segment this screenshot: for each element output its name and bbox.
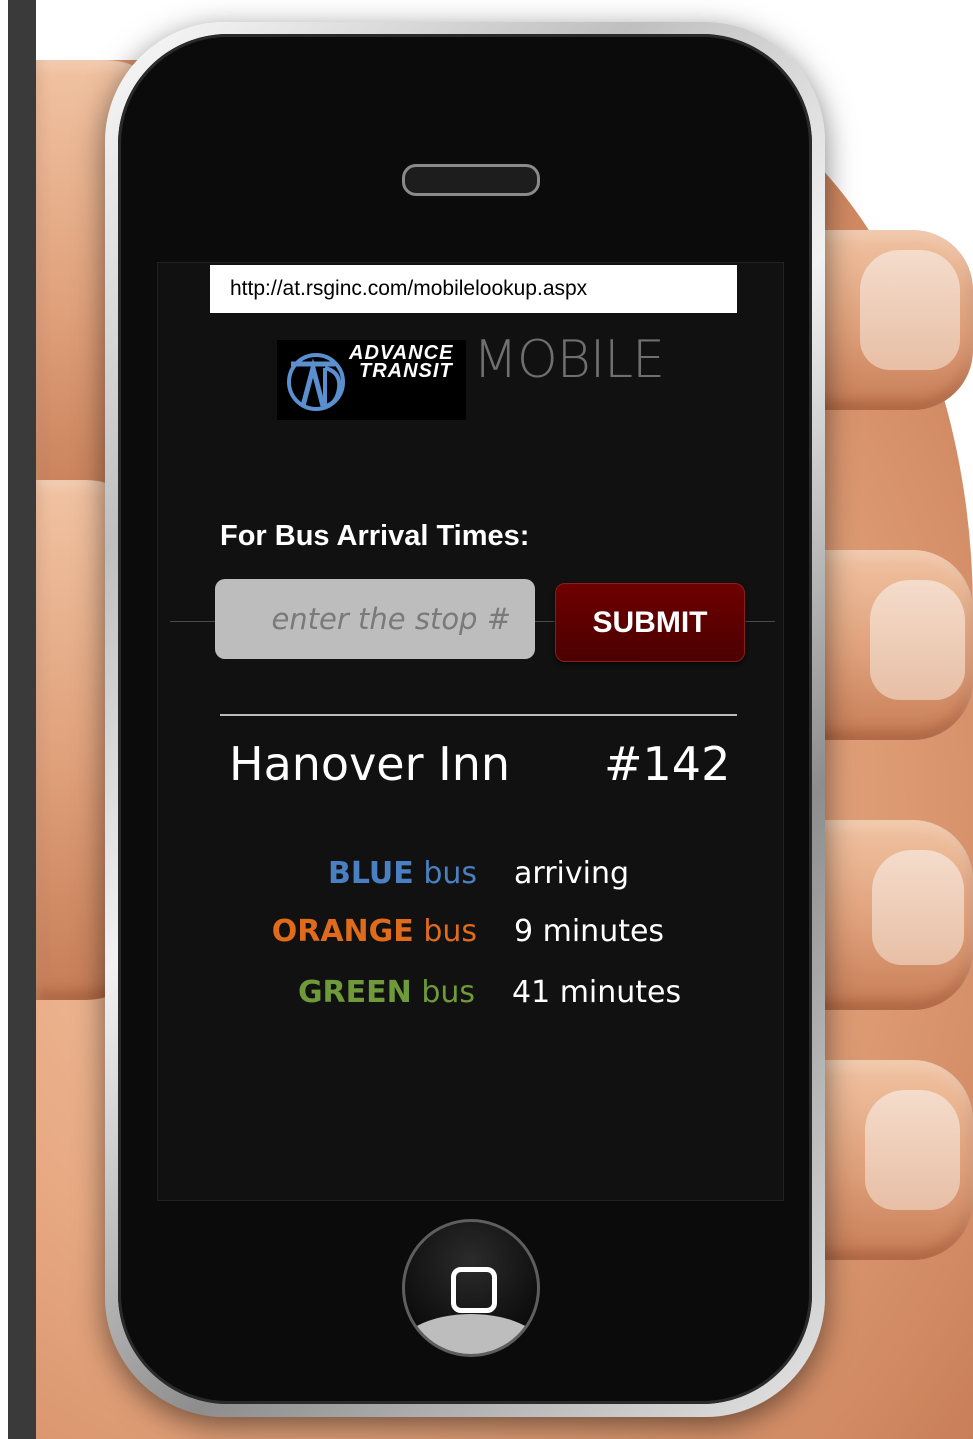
bus-word: bus [423, 856, 477, 891]
left-edge-bar [0, 0, 36, 1439]
bus-word: bus [423, 914, 477, 949]
fingernail-1 [860, 250, 960, 370]
left-edge-highlight [0, 0, 8, 1439]
bus-row-blue: BLUE bus arriving [0, 856, 973, 896]
bus-row-orange: ORANGE bus 9 minutes [0, 914, 973, 954]
bus-row-green: GREEN bus 41 minutes [0, 975, 973, 1015]
advance-transit-logo: ADVANCE TRANSIT [277, 340, 466, 420]
logo-text-transit: TRANSIT [359, 360, 453, 382]
bus-word: bus [421, 975, 475, 1010]
stop-number: #142 [604, 737, 731, 791]
phone-screen [157, 262, 784, 1201]
mobile-title: MOBILE [473, 330, 665, 390]
stop-name: Hanover Inn [229, 737, 511, 791]
bus-color-word: ORANGE [271, 914, 414, 949]
fingernail-2 [870, 580, 965, 700]
home-square-icon [451, 1267, 497, 1313]
bus-color-word: GREEN [297, 975, 412, 1010]
divider [220, 714, 737, 716]
fingernail-4 [865, 1090, 960, 1210]
bus-arrival-time: 41 minutes [512, 975, 682, 1010]
stop-number-input[interactable]: enter the stop # [215, 579, 535, 659]
earpiece-speaker [402, 164, 540, 196]
bus-arrival-time: 9 minutes [514, 914, 665, 949]
bus-label: GREEN bus [298, 975, 475, 1010]
bus-color-word: BLUE [327, 856, 414, 891]
arrival-times-label: For Bus Arrival Times: [220, 520, 530, 552]
bus-arrival-time: arriving [514, 856, 630, 891]
url-bar[interactable]: http://at.rsginc.com/mobilelookup.aspx [210, 265, 737, 313]
submit-button[interactable]: SUBMIT [555, 583, 745, 662]
bus-label: BLUE bus [328, 856, 477, 891]
home-button[interactable] [402, 1219, 540, 1357]
advance-transit-emblem-icon [287, 353, 345, 411]
bus-label: ORANGE bus [272, 914, 477, 949]
